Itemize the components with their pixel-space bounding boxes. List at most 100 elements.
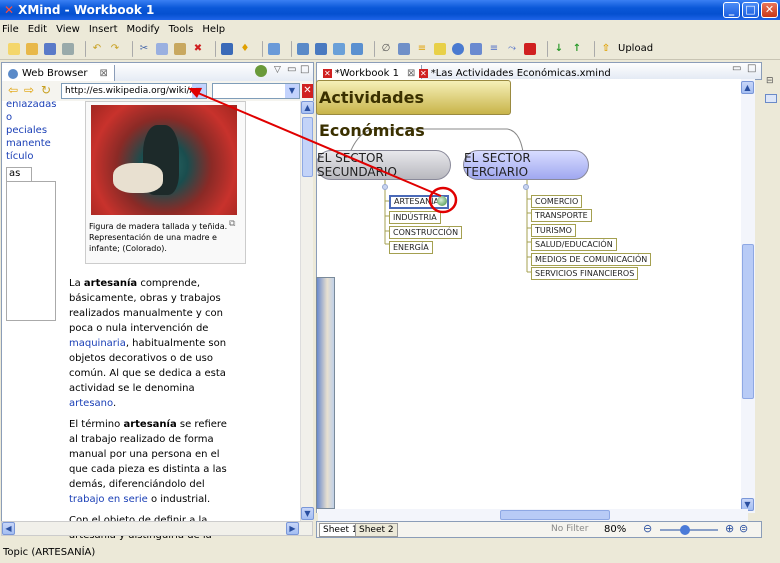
delete-icon[interactable]: ✖ [192,43,204,55]
relationship-icon[interactable]: ⤳ [506,43,518,55]
collapse-handle[interactable] [382,184,388,190]
minimize-view-icon[interactable]: ▭ [287,64,296,75]
new-icon[interactable] [8,42,20,55]
subtopic-turismo[interactable]: TURISMO [531,224,576,237]
central-topic[interactable]: Actividades Económicas [316,80,511,140]
topic-sector-secundario[interactable]: EL SECTOR SECUNDARIO [316,150,451,180]
redo-icon[interactable]: ↷ [109,43,121,55]
save-icon[interactable] [44,42,56,55]
subtopic-servicios-financieros[interactable]: SERVICIOS FINANCIEROS [531,267,639,280]
trim-icon[interactable]: ⊟ [766,76,774,86]
note-icon[interactable] [434,42,446,55]
url-field[interactable]: http://es.wikipedia.org/wiki/Artes ▼ [61,83,207,99]
topic-sector-terciario[interactable]: EL SECTOR TERCIARIO [463,150,589,180]
hyperlink-icon[interactable] [452,42,464,55]
parent-topic-icon[interactable] [333,42,345,55]
maximize-editor-icon[interactable]: □ [747,63,756,74]
forward-icon[interactable]: ⇨ [24,83,34,97]
menu-edit[interactable]: Edit [28,24,47,35]
minimize-button[interactable]: _ [723,2,740,18]
embedded-image-topic[interactable] [316,277,335,509]
toolbar-separator [547,40,548,57]
search-dropdown[interactable]: ▼ [212,83,300,99]
view-menu-icon[interactable] [255,65,267,77]
open-icon[interactable] [26,42,38,55]
sheet-tab-2[interactable]: Sheet 2 [355,523,398,537]
browser-vertical-scrollbar[interactable]: ▲ ▼ [300,101,314,521]
scroll-thumb[interactable] [742,244,754,399]
menu-modify[interactable]: Modify [127,24,160,35]
close-button[interactable]: ✕ [761,2,778,18]
zoom-out-icon[interactable]: ⊖ [643,522,652,535]
menu-tools[interactable]: Tools [169,24,194,35]
insert-topic-icon[interactable] [315,42,327,55]
subtopic-medios-comunicacion[interactable]: MEDIOS DE COMUNICACIÓN [531,253,652,266]
scroll-left-icon[interactable]: ◀ [2,522,15,535]
zoom-in-icon[interactable]: ⊕ [725,522,734,535]
upload-button[interactable]: ⇧ Upload [600,43,653,55]
minimize-editor-icon[interactable]: ▭ [732,63,741,74]
article-link[interactable]: artesano [69,398,113,409]
hyperlink-marker-icon[interactable] [437,196,447,206]
scroll-up-icon[interactable]: ▲ [741,81,754,94]
zoom-slider-handle[interactable] [680,525,690,535]
sidebar-tab[interactable]: as [6,167,32,181]
image-icon[interactable] [398,42,410,55]
menu-insert[interactable]: Insert [89,24,118,35]
menu-view[interactable]: View [56,24,80,35]
subtopic-comercio[interactable]: COMERCIO [531,195,583,208]
tab-close-icon[interactable]: ⊠ [100,68,108,79]
maximize-button[interactable]: □ [742,2,759,18]
browser-horizontal-scrollbar[interactable]: ◀ ▶ [1,521,313,536]
back-icon[interactable]: ⇦ [8,83,18,97]
scroll-thumb[interactable] [302,117,313,177]
sidebar-link[interactable]: manente [6,137,60,150]
drill-up-icon[interactable]: ↑ [571,43,583,55]
paste-icon[interactable] [174,42,186,55]
subtopic-transporte[interactable]: TRANSPORTE [531,209,592,222]
attach-icon[interactable]: ∅ [380,43,392,55]
sidebar-link[interactable]: tículo [6,150,60,163]
article-link[interactable]: maquinaria [69,338,126,349]
scroll-up-icon[interactable]: ▲ [301,101,314,114]
filter-status[interactable]: No Filter [551,524,588,534]
label-icon[interactable] [470,42,482,55]
marker-icon[interactable]: ≡ [416,43,428,55]
maximize-view-icon[interactable]: □ [300,64,309,75]
url-dropdown-icon[interactable]: ▼ [192,84,206,98]
subtopic-energia[interactable]: ENERGÍA [389,241,433,254]
scroll-down-icon[interactable]: ▼ [301,507,314,520]
wood-carving-image[interactable] [91,105,237,215]
cut-icon[interactable]: ✂ [138,43,150,55]
topic-icon[interactable] [221,42,233,55]
subtopic-industria[interactable]: INDÚSTRIA [389,211,441,224]
scroll-thumb[interactable] [500,510,610,520]
sidebar-link[interactable]: o [6,111,60,124]
search-dropdown-icon[interactable]: ▼ [285,84,299,98]
tab-web-browser[interactable]: Web Browser ⊠ [2,65,115,82]
drill-down-icon[interactable]: ↓ [553,43,565,55]
undo-icon[interactable]: ↶ [91,43,103,55]
scroll-right-icon[interactable]: ▶ [286,522,299,535]
idea-icon[interactable]: ♦ [239,43,251,55]
outline-view-icon[interactable] [765,94,777,103]
copy-icon[interactable] [156,42,168,55]
subtopic-salud-educacion[interactable]: SALUD/EDUCACIÓN [531,238,617,251]
sidebar-link[interactable]: enlazadas [6,101,60,111]
floating-topic-icon[interactable] [268,42,280,55]
xmind-capture-icon[interactable]: ✕ [302,84,313,98]
collapse-handle[interactable] [523,184,529,190]
subtopic-icon[interactable] [297,42,309,55]
subtopic-construccion[interactable]: CONSTRUCCIÓN [389,226,463,239]
zoom-fit-icon[interactable]: ⊜ [739,522,748,535]
print-icon[interactable] [62,42,74,55]
view-menu-arrow-icon[interactable]: ▽ [274,65,281,75]
sidebar-link[interactable]: peciales [6,124,60,137]
article-link[interactable]: trabajo en serie [69,494,148,505]
boundary-icon[interactable]: ≡ [488,43,500,55]
detached-icon[interactable] [351,42,363,55]
menu-file[interactable]: File [2,24,19,35]
menu-help[interactable]: Help [202,24,225,35]
stop-icon[interactable] [524,42,536,55]
refresh-icon[interactable]: ↻ [41,83,51,97]
